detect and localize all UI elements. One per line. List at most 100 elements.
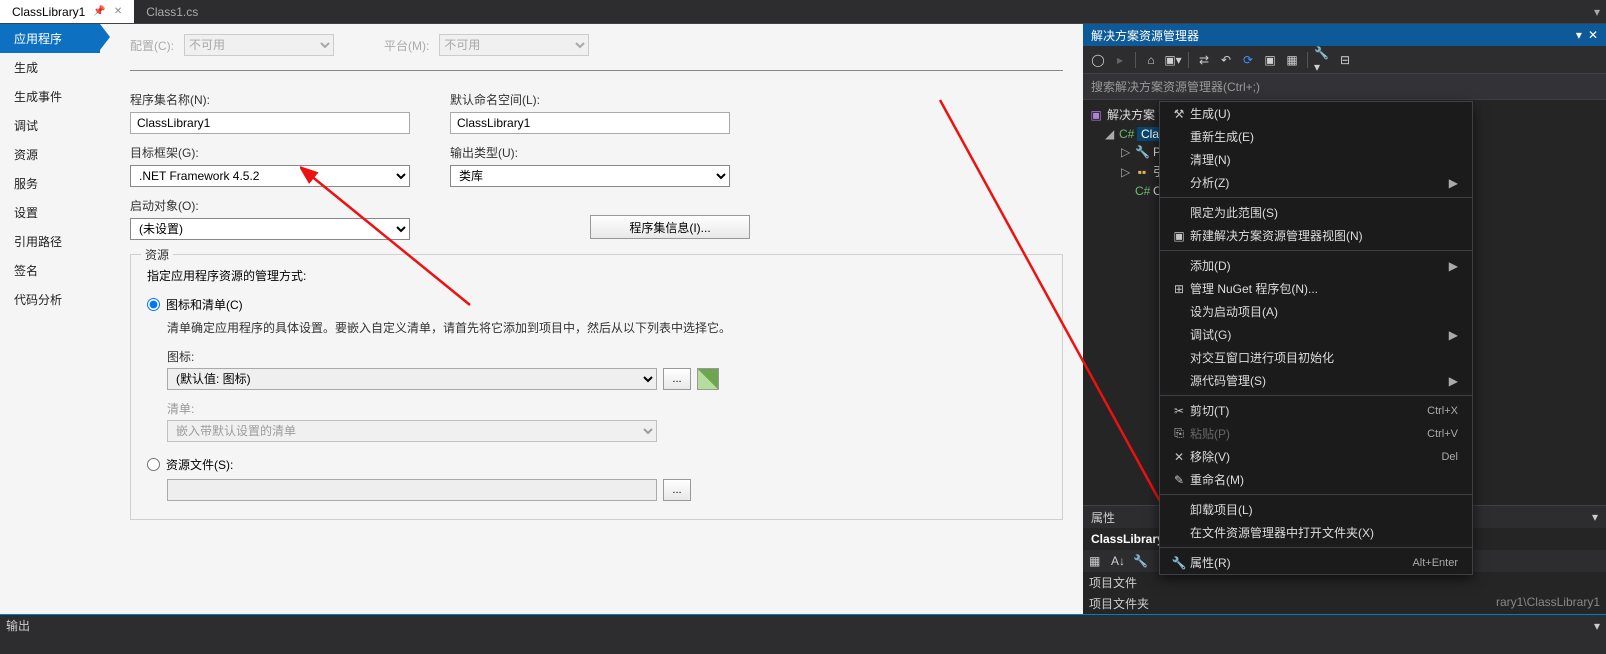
forward-icon[interactable]: ▸ bbox=[1111, 51, 1129, 69]
menu-label: 管理 NuGet 程序包(N)... bbox=[1190, 280, 1458, 297]
startup-object-select[interactable]: (未设置) bbox=[130, 218, 410, 240]
tab-classlibrary1[interactable]: ClassLibrary1 📌 ✕ bbox=[0, 0, 134, 23]
nav-resources[interactable]: 资源 bbox=[0, 140, 100, 169]
assembly-name-label: 程序集名称(N): bbox=[130, 91, 430, 108]
icon-select[interactable]: (默认值: 图标) bbox=[167, 368, 657, 390]
menu-icon: ✂ bbox=[1168, 404, 1190, 418]
menu-item[interactable]: ✂剪切(T)Ctrl+X bbox=[1160, 399, 1472, 422]
menu-item[interactable]: ⚒生成(U) bbox=[1160, 102, 1472, 125]
menu-item[interactable]: ⊞管理 NuGet 程序包(N)... bbox=[1160, 277, 1472, 300]
tab-close-icon[interactable]: ✕ bbox=[114, 6, 122, 17]
properties-panel-title: 属性 bbox=[1091, 509, 1115, 526]
expand-icon[interactable]: ▷ bbox=[1121, 165, 1131, 179]
menu-shortcut: Ctrl+X bbox=[1427, 405, 1458, 417]
csharp-project-icon: C# bbox=[1119, 127, 1133, 141]
properties-icon[interactable]: ▦ bbox=[1283, 51, 1301, 69]
collapse-icon[interactable]: ⇄ bbox=[1195, 51, 1213, 69]
wrench-icon[interactable]: 🔧 bbox=[1133, 554, 1149, 568]
nav-signing[interactable]: 签名 bbox=[0, 256, 100, 285]
menu-item[interactable]: 设为启动项目(A) bbox=[1160, 300, 1472, 323]
expand-icon[interactable]: ◢ bbox=[1105, 127, 1115, 141]
nav-settings[interactable]: 设置 bbox=[0, 198, 100, 227]
refresh-icon[interactable]: ⟳ bbox=[1239, 51, 1257, 69]
assembly-name-input[interactable] bbox=[130, 112, 410, 134]
submenu-arrow-icon: ▶ bbox=[1449, 259, 1458, 273]
output-panel-title-bar[interactable]: 输出 ▾ bbox=[0, 614, 1606, 636]
menu-item: ⎘粘贴(P)Ctrl+V bbox=[1160, 422, 1472, 445]
menu-label: 剪切(T) bbox=[1190, 402, 1427, 419]
nav-debug[interactable]: 调试 bbox=[0, 111, 100, 140]
back-icon[interactable]: ◯ bbox=[1089, 51, 1107, 69]
wrench-icon[interactable]: 🔧▾ bbox=[1314, 51, 1332, 69]
solution-explorer-search[interactable]: 搜索解决方案资源管理器(Ctrl+;) bbox=[1083, 74, 1606, 100]
menu-item[interactable]: 分析(Z)▶ bbox=[1160, 171, 1472, 194]
menu-item[interactable]: 源代码管理(S)▶ bbox=[1160, 369, 1472, 392]
output-type-label: 输出类型(U): bbox=[450, 144, 750, 161]
tab-class1-cs[interactable]: Class1.cs bbox=[134, 0, 210, 23]
dropdown-icon[interactable]: ▾ bbox=[1588, 0, 1606, 23]
menu-item[interactable]: 添加(D)▶ bbox=[1160, 254, 1472, 277]
menu-item[interactable]: 重新生成(E) bbox=[1160, 125, 1472, 148]
menu-item[interactable]: ✕移除(V)Del bbox=[1160, 445, 1472, 468]
nav-services[interactable]: 服务 bbox=[0, 169, 100, 198]
menu-item[interactable]: 对交互窗口进行项目初始化 bbox=[1160, 346, 1472, 369]
menu-item[interactable]: 卸载项目(L) bbox=[1160, 498, 1472, 521]
menu-label: 属性(R) bbox=[1190, 554, 1412, 571]
menu-icon: ▣ bbox=[1168, 229, 1190, 243]
property-row[interactable]: 项目文件夹 rary1\ClassLibrary1 bbox=[1083, 593, 1606, 614]
home-icon[interactable]: ⌂ bbox=[1142, 51, 1160, 69]
property-row[interactable]: 项目文件 bbox=[1083, 572, 1606, 593]
menu-item[interactable]: 限定为此范围(S) bbox=[1160, 201, 1472, 224]
document-tabs: ClassLibrary1 📌 ✕ Class1.cs ▾ bbox=[0, 0, 1606, 24]
wrench-icon: 🔧 bbox=[1135, 145, 1149, 159]
references-icon: ▪▪ bbox=[1135, 165, 1149, 179]
manifest-select: 嵌入带默认设置的清单 bbox=[167, 420, 657, 442]
radio-icon-manifest[interactable] bbox=[147, 298, 160, 311]
nav-application[interactable]: 应用程序 bbox=[0, 24, 100, 53]
sync-icon[interactable]: ▣▾ bbox=[1164, 51, 1182, 69]
nav-build[interactable]: 生成 bbox=[0, 53, 100, 82]
icon-browse-button[interactable]: ... bbox=[663, 368, 691, 390]
tab-label: ClassLibrary1 bbox=[12, 5, 85, 19]
dropdown-icon[interactable]: ▾ bbox=[1592, 510, 1598, 524]
show-all-icon[interactable]: ▣ bbox=[1261, 51, 1279, 69]
submenu-arrow-icon: ▶ bbox=[1449, 328, 1458, 342]
menu-icon: ✎ bbox=[1168, 473, 1190, 487]
property-key: 项目文件夹 bbox=[1089, 595, 1149, 612]
platform-select: 不可用 bbox=[439, 34, 589, 56]
menu-item[interactable]: 清理(N) bbox=[1160, 148, 1472, 171]
manifest-label: 清单: bbox=[167, 400, 1046, 417]
undo-icon[interactable]: ↶ bbox=[1217, 51, 1235, 69]
nav-build-events[interactable]: 生成事件 bbox=[0, 82, 100, 111]
menu-item[interactable]: 调试(G)▶ bbox=[1160, 323, 1472, 346]
tab-pin-icon[interactable]: 📌 bbox=[93, 6, 105, 17]
nav-code-analysis[interactable]: 代码分析 bbox=[0, 285, 100, 314]
menu-shortcut: Alt+Enter bbox=[1412, 557, 1458, 569]
config-label: 配置(C): bbox=[130, 37, 174, 54]
assembly-info-button[interactable]: 程序集信息(I)... bbox=[590, 215, 750, 239]
output-type-select[interactable]: 类库 bbox=[450, 165, 730, 187]
menu-icon: ⚒ bbox=[1168, 107, 1190, 121]
sort-icon[interactable]: A↓ bbox=[1111, 554, 1127, 568]
expand-icon[interactable]: ▷ bbox=[1121, 145, 1131, 159]
menu-label: 粘贴(P) bbox=[1190, 425, 1427, 442]
menu-icon: 🔧 bbox=[1168, 556, 1190, 570]
default-namespace-input[interactable] bbox=[450, 112, 730, 134]
scope-icon[interactable]: ⊟ bbox=[1336, 51, 1354, 69]
menu-item[interactable]: ▣新建解决方案资源管理器视图(N) bbox=[1160, 224, 1472, 247]
menu-item[interactable]: 在文件资源管理器中打开文件夹(X) bbox=[1160, 521, 1472, 544]
output-title: 输出 bbox=[6, 617, 30, 634]
radio-resource-file[interactable] bbox=[147, 458, 160, 471]
menu-item[interactable]: 🔧属性(R)Alt+Enter bbox=[1160, 551, 1472, 574]
target-framework-select[interactable]: .NET Framework 4.5.2 bbox=[130, 165, 410, 187]
menu-item[interactable]: ✎重命名(M) bbox=[1160, 468, 1472, 491]
dropdown-icon[interactable]: ▾ bbox=[1576, 28, 1582, 42]
startup-object-label: 启动对象(O): bbox=[130, 197, 430, 214]
close-icon[interactable]: ✕ bbox=[1588, 28, 1598, 42]
nav-reference-paths[interactable]: 引用路径 bbox=[0, 227, 100, 256]
categorize-icon[interactable]: ▦ bbox=[1089, 554, 1105, 568]
submenu-arrow-icon: ▶ bbox=[1449, 374, 1458, 388]
dropdown-icon[interactable]: ▾ bbox=[1594, 619, 1600, 633]
resource-file-browse-button[interactable]: ... bbox=[663, 479, 691, 501]
menu-icon: ✕ bbox=[1168, 450, 1190, 464]
